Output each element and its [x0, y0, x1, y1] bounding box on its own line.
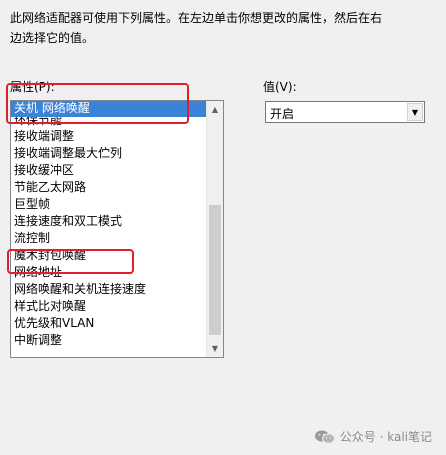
watermark-text: 公众号 · kali笔记 — [339, 430, 432, 444]
list-item[interactable]: 优先级和VLAN — [11, 315, 207, 332]
description-line-1: 此网络适配器可使用下列属性。在左边单击你想更改的属性，然后在右 — [10, 11, 383, 25]
scroll-down-arrow-icon[interactable]: ▼ — [207, 340, 223, 357]
list-item[interactable]: 巨型帧 — [11, 196, 207, 213]
list-item[interactable]: 中断调整 — [11, 332, 207, 349]
wechat-icon — [314, 430, 335, 444]
value-label: 值(V): — [263, 80, 297, 94]
list-item[interactable]: 连接速度和双工模式 — [11, 213, 207, 230]
list-item[interactable]: 网络地址 — [11, 264, 207, 281]
watermark: 公众号 · kali笔记 — [314, 428, 432, 445]
list-item[interactable]: 魔术封包唤醒 — [11, 247, 207, 264]
property-list-items: 关机 网络唤醒 环保节能 接收端调整 接收端调整最大伫列 接收缓冲区 节能乙太网路 巨型帧连… — [11, 101, 207, 357]
list-item-selected[interactable]: 关机 网络唤醒 — [11, 101, 207, 117]
scroll-up-arrow-icon[interactable]: ▲ — [207, 101, 223, 118]
vertical-scrollbar[interactable]: ▲ ▼ — [206, 101, 223, 357]
dialog-description: 此网络适配器可使用下列属性。在左边单击你想更改的属性，然后在右 边选择它的值。 — [10, 8, 430, 48]
list-item[interactable]: 流控制 — [11, 230, 207, 247]
property-label: 属性(P): — [10, 80, 55, 94]
list-item[interactable]: 样式比对唤醒 — [11, 298, 207, 315]
property-listbox[interactable]: 关机 网络唤醒 环保节能 接收端调整 接收端调整最大伫列 接收缓冲区 节能乙太网路 巨型帧连… — [10, 100, 224, 358]
list-item[interactable]: 接收端调整最大伫列 — [11, 145, 207, 162]
value-dropdown-selected: 开启 — [270, 107, 295, 121]
value-dropdown[interactable]: 开启 ▼ — [265, 101, 425, 123]
list-item[interactable]: 网络唤醒和关机连接速度 — [11, 281, 207, 298]
list-item[interactable]: 接收端调整 — [11, 128, 207, 145]
list-item[interactable]: 接收缓冲区 — [11, 162, 207, 179]
list-item[interactable]: 节能乙太网路 — [11, 179, 207, 196]
scroll-thumb[interactable] — [209, 205, 221, 335]
chevron-down-icon[interactable]: ▼ — [407, 103, 423, 121]
list-item[interactable]: 环保节能 — [11, 117, 207, 128]
description-line-2: 边选择它的值。 — [10, 31, 95, 45]
